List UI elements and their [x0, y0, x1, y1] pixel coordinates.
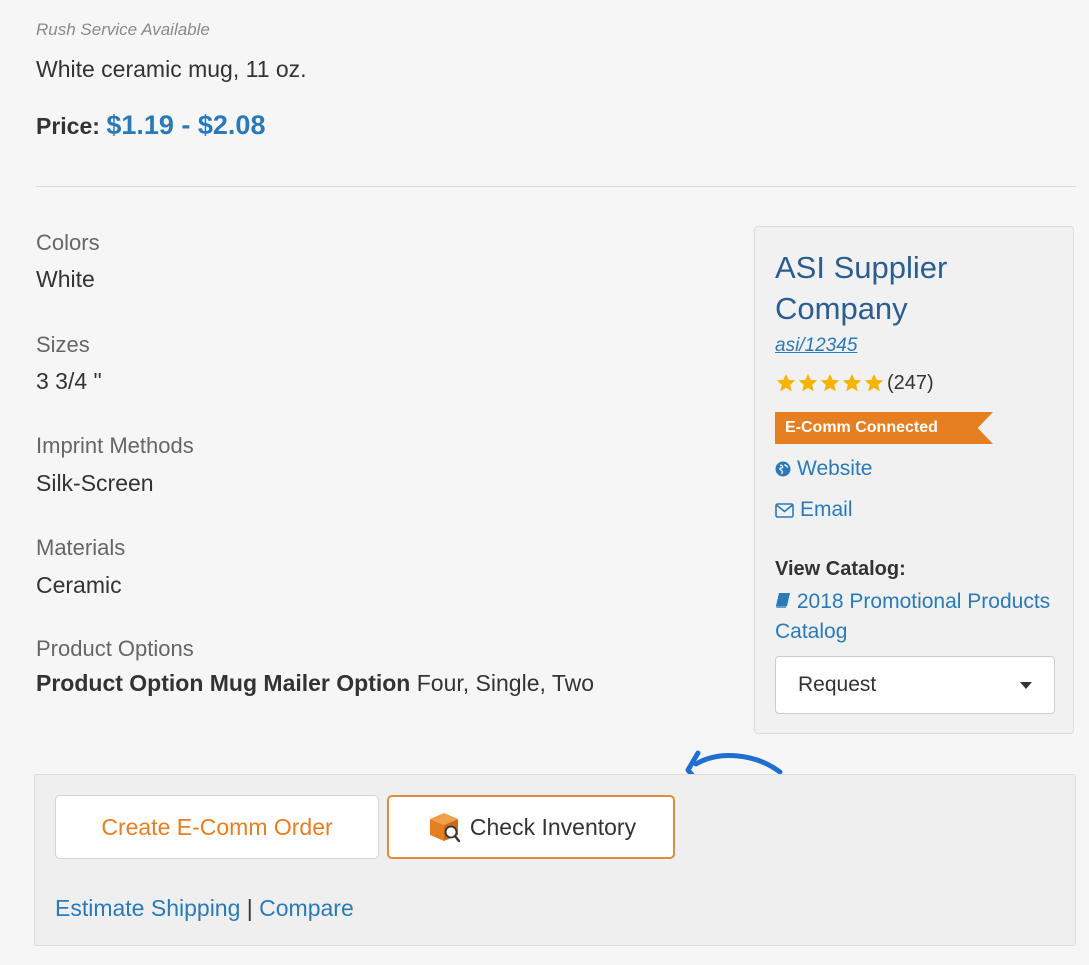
website-link[interactable]: Website: [775, 457, 872, 481]
envelope-icon: [775, 502, 794, 518]
email-label: Email: [800, 498, 853, 521]
price-value: $1.19 - $2.08: [106, 110, 266, 140]
imprint-methods-value: Silk-Screen: [36, 470, 154, 496]
star-icon: [798, 373, 818, 392]
request-dropdown[interactable]: Request: [775, 656, 1055, 714]
box-icon: [429, 813, 461, 843]
check-inventory-button[interactable]: Check Inventory: [387, 795, 675, 859]
compare-link[interactable]: Compare: [259, 895, 354, 921]
check-inventory-label: Check Inventory: [469, 813, 637, 840]
chevron-down-icon: [1020, 682, 1032, 689]
request-selected-value: Request: [798, 673, 877, 696]
price-line: Price: $1.19 - $2.08: [36, 110, 265, 141]
sizes-value: 3 3/4 ": [36, 368, 102, 394]
product-option-name: Product Option Mug Mailer Option: [36, 670, 411, 696]
imprint-methods-label: Imprint Methods: [36, 433, 194, 458]
supplier-rating[interactable]: (247): [775, 371, 934, 395]
product-description: White ceramic mug, 11 oz.: [36, 56, 307, 82]
supplier-card: ASI Supplier Company asi/12345 (247) E-C…: [754, 226, 1074, 734]
colors-label: Colors: [36, 230, 100, 255]
star-icon: [864, 373, 884, 392]
materials-label: Materials: [36, 535, 126, 560]
star-icon: [776, 373, 796, 392]
book-icon: [776, 593, 790, 608]
product-options-value: Product Option Mug Mailer Option Four, S…: [36, 670, 594, 697]
create-ecomm-order-button[interactable]: Create E-Comm Order: [55, 795, 379, 859]
price-label: Price:: [36, 113, 100, 139]
product-option-values: Four, Single, Two: [416, 670, 595, 696]
estimate-shipping-link[interactable]: Estimate Shipping: [55, 895, 240, 921]
supplier-name[interactable]: ASI Supplier Company: [775, 247, 1055, 329]
colors-value: White: [36, 266, 95, 292]
email-link[interactable]: Email: [775, 498, 853, 522]
rush-service-note: Rush Service Available: [36, 20, 210, 39]
sizes-label: Sizes: [36, 332, 90, 357]
view-catalog-heading: View Catalog:: [775, 558, 906, 580]
star-icon: [820, 373, 840, 392]
materials-value: Ceramic: [36, 572, 122, 598]
link-separator: |: [246, 895, 253, 921]
website-label: Website: [797, 457, 873, 480]
catalog-link[interactable]: 2018 Promotional Products Catalog: [775, 587, 1065, 647]
asi-number-link[interactable]: asi/12345: [775, 335, 857, 357]
star-icon: [842, 373, 862, 392]
footer-links: Estimate Shipping | Compare: [55, 895, 354, 922]
product-options-label: Product Options: [36, 636, 194, 661]
section-divider: [36, 186, 1076, 187]
ecomm-connected-badge: E-Comm Connected: [775, 412, 993, 444]
actions-panel: Create E-Comm Order Check Inventory Esti…: [34, 774, 1076, 946]
review-count: (247): [887, 371, 934, 394]
catalog-name: 2018 Promotional Products Catalog: [775, 590, 1051, 643]
globe-icon: [775, 461, 791, 477]
